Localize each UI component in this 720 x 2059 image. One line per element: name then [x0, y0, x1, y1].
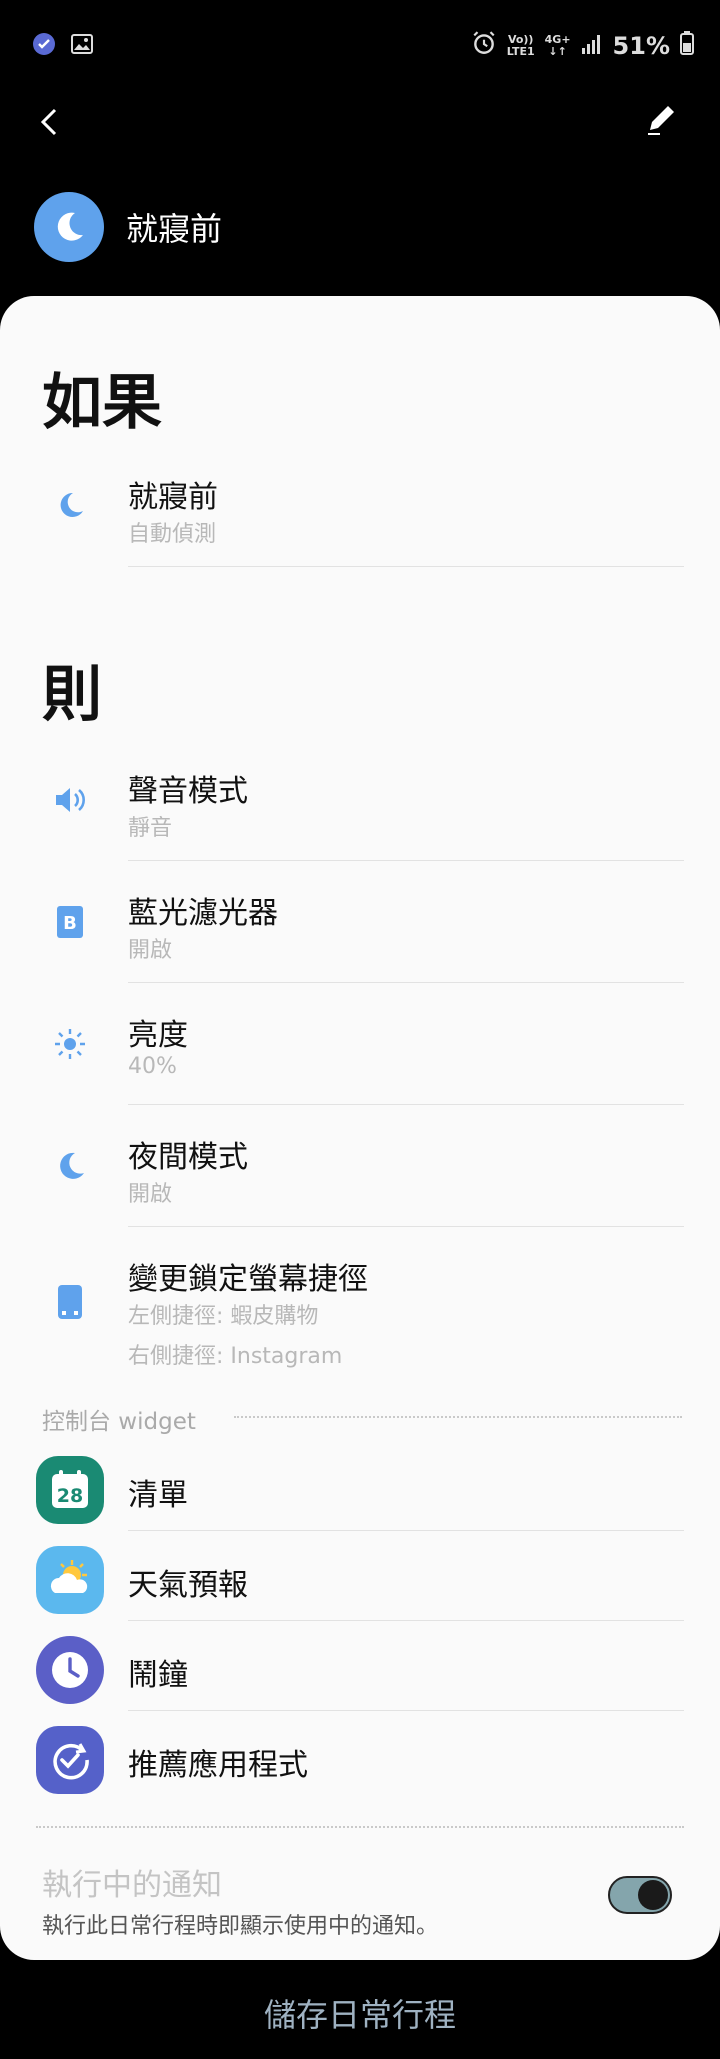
suggested-apps-icon — [36, 1726, 104, 1794]
routine-card: 如果 就寢前 自動偵測 則 聲音模式 靜音 B 藍光濾光器 開啟 亮度 40% — [0, 296, 720, 1960]
routine-header: 就寢前 — [34, 192, 222, 262]
divider — [128, 1620, 684, 1621]
then-item-night-mode[interactable]: 夜間模式 開啟 — [0, 1132, 720, 1212]
divider — [128, 1710, 684, 1711]
moon-icon — [34, 192, 104, 262]
save-routine-button[interactable]: 儲存日常行程 — [0, 1990, 720, 2036]
notification-toggle[interactable] — [608, 1876, 672, 1914]
divider — [128, 1530, 684, 1531]
calendar-icon: 28 — [36, 1456, 104, 1524]
divider — [128, 860, 684, 861]
item-label: 變更鎖定螢幕捷徑 — [128, 1262, 368, 1297]
toggle-knob — [638, 1880, 668, 1910]
routine-notification-icon — [32, 32, 56, 60]
widget-item-list[interactable]: 28 清單 — [0, 1446, 720, 1536]
divider — [128, 1104, 684, 1105]
back-arrow-icon — [40, 108, 57, 136]
widget-label: 清單 — [128, 1478, 188, 1513]
data-indicator: 4G+ ↓↑ — [544, 33, 571, 58]
item-label: 聲音模式 — [128, 774, 248, 809]
item-sub: 左側捷徑: 蝦皮購物 — [128, 1304, 319, 1329]
then-section-title: 則 — [42, 660, 102, 730]
status-bar: Vo)) LTE1 4G+ ↓↑ 51% — [0, 0, 720, 88]
if-section-title: 如果 — [42, 368, 162, 438]
divider — [128, 1226, 684, 1227]
battery-icon — [680, 31, 694, 61]
routine-title: 就寢前 — [126, 210, 223, 248]
moon-icon — [52, 488, 88, 524]
edit-button[interactable] — [644, 102, 694, 152]
divider — [128, 982, 684, 983]
then-item-lock-screen-shortcuts[interactable]: 變更鎖定螢幕捷徑 左側捷徑: 蝦皮購物 右側捷徑: Instagram — [0, 1254, 720, 1374]
item-sub-2: 右側捷徑: Instagram — [128, 1344, 343, 1369]
notification-description: 執行此日常行程時即顯示使用中的通知。 — [42, 1914, 439, 1939]
then-item-sound-mode[interactable]: 聲音模式 靜音 — [0, 766, 720, 846]
speaker-icon — [52, 782, 88, 818]
signal-icon — [581, 32, 603, 60]
volte-indicator: Vo)) LTE1 — [506, 33, 535, 58]
divider — [128, 566, 684, 567]
item-sub: 靜音 — [128, 816, 173, 841]
widget-label: 鬧鐘 — [128, 1658, 188, 1693]
top-bar: 就寢前 — [0, 88, 720, 262]
widget-label: 天氣預報 — [128, 1568, 248, 1603]
item-sub: 40% — [128, 1054, 177, 1079]
item-label: 亮度 — [128, 1018, 188, 1053]
if-condition-item[interactable]: 就寢前 自動偵測 — [0, 472, 720, 552]
svg-text:B: B — [63, 913, 77, 934]
widget-section-header: 控制台 widget — [42, 1409, 196, 1435]
widget-item-suggested-apps[interactable]: 推薦應用程式 — [0, 1716, 720, 1806]
pencil-icon — [648, 106, 674, 135]
calendar-badge: 28 — [57, 1485, 83, 1507]
weather-icon — [36, 1546, 104, 1614]
then-item-blue-light-filter[interactable]: B 藍光濾光器 開啟 — [0, 888, 720, 968]
widget-label: 推薦應用程式 — [128, 1748, 308, 1783]
then-item-brightness[interactable]: 亮度 40% — [0, 1010, 720, 1090]
dotted-divider — [234, 1416, 682, 1418]
night-mode-icon — [52, 1148, 88, 1184]
back-button[interactable] — [30, 102, 80, 152]
dotted-divider — [36, 1826, 684, 1828]
notification-title: 執行中的通知 — [42, 1868, 222, 1903]
widget-item-weather[interactable]: 天氣預報 — [0, 1536, 720, 1626]
item-sub: 自動偵測 — [128, 522, 217, 547]
blue-light-filter-icon: B — [52, 904, 88, 940]
widget-item-alarm[interactable]: 鬧鐘 — [0, 1626, 720, 1716]
item-label: 夜間模式 — [128, 1140, 248, 1175]
item-sub: 開啟 — [128, 1182, 173, 1207]
item-sub: 開啟 — [128, 938, 173, 963]
gallery-icon — [70, 32, 94, 60]
item-label: 就寢前 — [128, 480, 218, 515]
phone-icon — [52, 1284, 88, 1320]
battery-percent: 51% — [612, 32, 670, 60]
brightness-icon — [52, 1026, 88, 1062]
clock-icon — [36, 1636, 104, 1704]
item-label: 藍光濾光器 — [128, 896, 278, 931]
alarm-icon — [471, 30, 497, 62]
